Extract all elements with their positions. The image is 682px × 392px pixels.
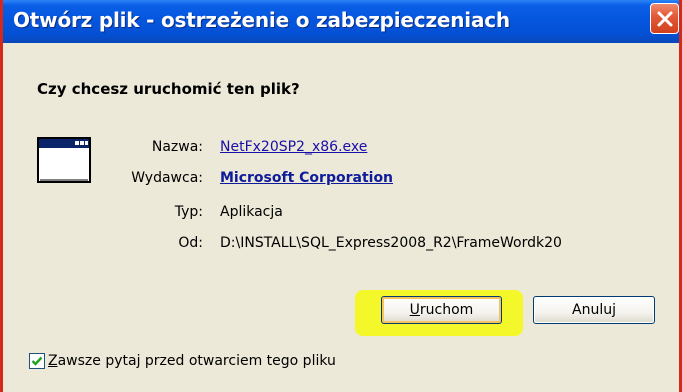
always-ask-option[interactable]: Zawsze pytaj przed otwarciem tego pliku [29,353,336,369]
name-label: Nazwa: [151,139,203,155]
always-ask-mnemonic: Z [48,353,58,369]
run-button-label: ruchom [419,302,474,318]
publisher-link[interactable]: Microsoft Corporation [220,170,393,186]
type-label: Typ: [174,204,203,220]
close-button[interactable] [650,3,679,34]
security-warning-dialog: Otwórz plik - ostrzeżenie o zabezpieczen… [0,0,682,392]
run-button[interactable]: Uruchom [381,296,502,324]
always-ask-label-text: awsze pytaj przed otwarciem tego pliku [57,353,336,369]
close-icon [657,11,672,26]
from-path-value: D:\INSTALL\SQL_Express2008_R2\FrameWordk… [220,235,562,251]
from-label: Od: [178,235,203,251]
run-button-mnemonic: U [409,302,420,318]
always-ask-label: Zawsze pytaj przed otwarciem tego pliku [48,353,336,369]
publisher-label: Wydawca: [131,170,203,186]
file-name-link[interactable]: NetFx20SP2_x86.exe [220,139,367,155]
always-ask-checkbox[interactable] [29,353,45,369]
cancel-button[interactable]: Anuluj [533,296,655,324]
run-file-question: Czy chcesz uruchomić ten plik? [37,80,300,98]
cancel-button-label: Anuluj [572,302,616,318]
window-title: Otwórz plik - ostrzeżenie o zabezpieczen… [13,8,510,32]
dialog-body: Czy chcesz uruchomić ten plik? Nazwa: Ne… [3,43,679,392]
title-bar[interactable]: Otwórz plik - ostrzeżenie o zabezpieczen… [3,0,679,43]
checkmark-icon [31,356,43,366]
type-value: Aplikacja [220,204,283,220]
